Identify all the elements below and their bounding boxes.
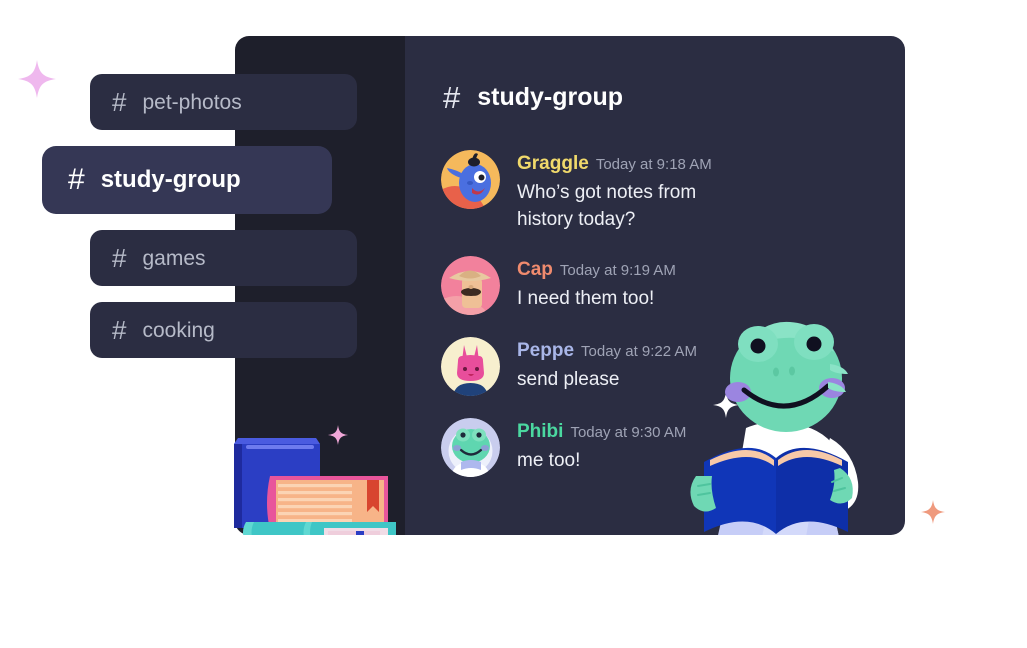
message-body: Peppe Today at 9:22 AM send please [517, 337, 697, 396]
sidebar-item-label: cooking [142, 318, 215, 342]
message-text: Who’s got notes from history today? [517, 182, 697, 230]
sparkle-pink-icon [18, 60, 56, 103]
sidebar-item-label: study-group [100, 166, 241, 193]
books-illustration [228, 418, 418, 543]
sidebar-item-pet-photos[interactable]: # pet-photos [90, 74, 357, 130]
message-meta: Phibi Today at 9:30 AM [517, 422, 686, 441]
sparkle-coral-icon [921, 500, 945, 529]
hash-icon: # [443, 80, 461, 115]
sidebar-item-label: games [142, 246, 206, 270]
avatar[interactable] [441, 255, 500, 315]
hash-icon: # [112, 243, 127, 273]
sidebar-item-cooking[interactable]: # cooking [90, 302, 357, 358]
hash-icon: # [112, 87, 127, 117]
message-item: Graggle Today at 9:18 AM Who’s got notes… [441, 150, 771, 234]
hash-icon: # [68, 163, 85, 196]
message-timestamp: Today at 9:19 AM [559, 261, 676, 279]
message-body: Cap Today at 9:19 AM I need them too! [517, 256, 676, 315]
message-meta: Cap Today at 9:19 AM [517, 260, 676, 279]
message-author: Phibi [517, 420, 564, 442]
message-timestamp: Today at 9:18 AM [595, 156, 712, 173]
hash-icon: # [112, 315, 127, 345]
message-author: Peppe [517, 339, 575, 361]
channel-header: # study-group [443, 82, 623, 113]
avatar[interactable] [441, 150, 500, 209]
message-author: Cap [517, 258, 553, 280]
message-text: I need them too! [517, 287, 655, 309]
message-text: me too! [517, 449, 581, 471]
message-text: send please [517, 368, 620, 390]
frog-reading-illustration [680, 310, 920, 642]
sidebar-item-label: pet-photos [142, 90, 242, 114]
message-body: Phibi Today at 9:30 AM me too! [517, 418, 686, 477]
message-meta: Peppe Today at 9:22 AM [517, 341, 697, 360]
sidebar-item-study-group[interactable]: # study-group [42, 146, 332, 214]
message-timestamp: Today at 9:30 AM [570, 423, 687, 441]
message-meta: Graggle Today at 9:18 AM [517, 154, 752, 173]
page-title: study-group [477, 83, 624, 111]
message-body: Graggle Today at 9:18 AM Who’s got notes… [517, 150, 752, 234]
avatar[interactable] [441, 417, 500, 477]
avatar[interactable] [441, 336, 500, 396]
message-author: Graggle [517, 153, 589, 174]
message-item: Cap Today at 9:19 AM I need them too! [441, 255, 771, 315]
sidebar-item-games[interactable]: # games [90, 230, 357, 286]
